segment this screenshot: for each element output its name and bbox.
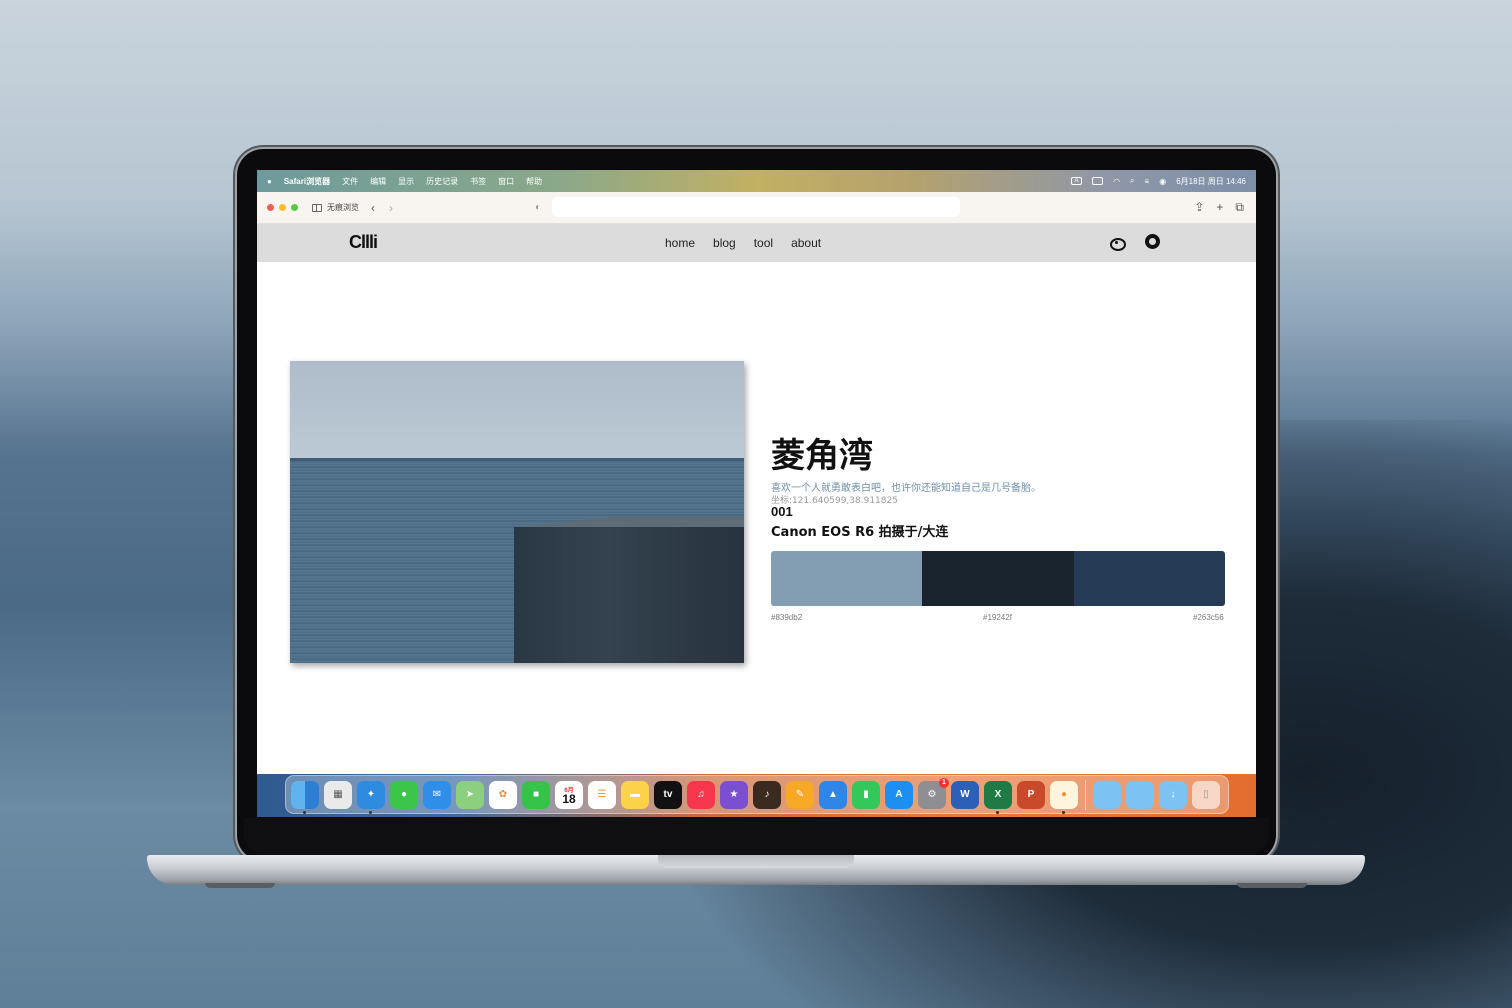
minimize-window-button[interactable] [279, 204, 286, 211]
sidebar-icon [312, 203, 322, 212]
word-icon[interactable]: W [951, 780, 979, 809]
pages-icon[interactable]: ✎ [786, 780, 814, 809]
color-palette [771, 551, 1225, 606]
post-description: 喜欢一个人就勇敢表白吧，也许你还能知道自己是几号备胎。 [771, 483, 1041, 494]
keynote-icon[interactable]: ▲ [819, 780, 847, 809]
post-photo [290, 361, 744, 663]
control-center-icon[interactable]: ≡ [1145, 177, 1150, 186]
history-nav: ‹ › [371, 201, 393, 215]
reminders-icon[interactable]: ☰ [588, 780, 616, 809]
folder-icon[interactable] [1093, 780, 1121, 809]
photo-pier [514, 527, 744, 663]
social-links [1109, 234, 1160, 251]
nav-tool[interactable]: tool [754, 236, 773, 250]
nav-blog[interactable]: blog [713, 236, 736, 250]
launchpad-icon[interactable]: ▦ [324, 780, 352, 809]
nav-about[interactable]: about [791, 236, 821, 250]
post-title: 菱角湾 [771, 436, 873, 476]
downloads-folder-icon[interactable]: ↓ [1159, 780, 1187, 809]
menu-view[interactable]: 显示 [398, 176, 414, 187]
menu-file[interactable]: 文件 [342, 176, 358, 187]
search-icon[interactable]: ⌕ [1130, 176, 1134, 186]
menu-bar-status: A ◠ ⌕ ≡ ◉ 6月18日 周日 14:46 [1071, 176, 1246, 187]
nav-home[interactable]: home [665, 236, 695, 250]
trash-icon[interactable]: ▯ [1192, 780, 1220, 809]
laptop-screen: ● Safari浏览器 文件 编辑 显示 历史记录 书签 窗口 帮助 A ◠ ⌕… [257, 170, 1256, 817]
imovie-icon[interactable]: ★ [720, 780, 748, 809]
sidebar-toggle-button[interactable]: 无痕浏览 [312, 202, 359, 213]
github-icon[interactable] [1145, 234, 1160, 249]
palette-hex-1: #839db2 [771, 613, 803, 622]
garageband-icon[interactable]: ♪ [753, 780, 781, 809]
dock-separator [1085, 779, 1086, 810]
folder-icon[interactable] [1126, 780, 1154, 809]
laptop-foot-right [1237, 883, 1307, 888]
app-store-icon[interactable]: A [885, 780, 913, 809]
photo-horizon [290, 458, 744, 461]
settings-badge: 1 [939, 777, 949, 788]
apple-tv-icon[interactable]: tv [654, 780, 682, 809]
site-logo[interactable]: Cllli [349, 232, 378, 253]
photo-sky [290, 361, 744, 461]
safari-icon[interactable]: ✦ [357, 780, 385, 814]
private-browsing-label: 无痕浏览 [327, 203, 359, 212]
finder-icon[interactable] [291, 780, 319, 814]
palette-swatch[interactable] [771, 551, 923, 606]
palette-swatch[interactable] [922, 551, 1074, 606]
toolbar-actions: ⇪ + ⧉ [1194, 200, 1244, 215]
share-button[interactable]: ⇪ [1194, 200, 1204, 215]
tv-label: tv [663, 789, 673, 800]
preview-icon[interactable]: ● [1050, 780, 1078, 814]
mail-icon[interactable]: ✉ [423, 780, 451, 809]
weibo-icon[interactable] [1109, 234, 1126, 251]
palette-hex-3: #263c56 [1193, 613, 1224, 622]
menu-bookmarks[interactable]: 书签 [470, 176, 486, 187]
dock: ▦ ✦ ● ✉ ➤ ✿ ■ 6月 18 ☰ ▬ tv ♫ ★ ♪ ✎ ▲ ▮ A… [285, 775, 1229, 814]
menu-edit[interactable]: 编辑 [370, 176, 386, 187]
excel-icon[interactable]: X [984, 780, 1012, 814]
messages-icon[interactable]: ● [390, 780, 418, 809]
site-header: Cllli home blog tool about [257, 224, 1256, 262]
menu-bar: ● Safari浏览器 文件 编辑 显示 历史记录 书签 窗口 帮助 A ◠ ⌕… [257, 170, 1256, 192]
menu-app-name[interactable]: Safari浏览器 [284, 176, 330, 187]
numbers-icon[interactable]: ▮ [852, 780, 880, 809]
wifi-icon[interactable]: ◠ [1113, 177, 1120, 186]
maps-icon[interactable]: ➤ [456, 780, 484, 809]
privacy-shield-icon[interactable]: ◐ [535, 202, 541, 213]
calendar-icon[interactable]: 6月 18 [555, 780, 583, 809]
facetime-icon[interactable]: ■ [522, 780, 550, 809]
post-number: 001 [771, 504, 793, 519]
site-nav: home blog tool about [665, 236, 821, 250]
forward-button[interactable]: › [389, 201, 393, 215]
battery-icon[interactable] [1092, 177, 1104, 185]
close-window-button[interactable] [267, 204, 274, 211]
tab-overview-button[interactable]: ⧉ [1235, 200, 1244, 215]
menu-datetime[interactable]: 6月18日 周日 14:46 [1176, 176, 1246, 187]
palette-swatch[interactable] [1073, 551, 1225, 606]
menu-history[interactable]: 历史记录 [426, 176, 458, 187]
zoom-window-button[interactable] [291, 204, 298, 211]
notes-icon[interactable]: ▬ [621, 780, 649, 809]
input-source-icon[interactable]: A [1071, 177, 1083, 185]
music-icon[interactable]: ♫ [687, 780, 715, 809]
apple-menu-icon[interactable]: ● [267, 177, 272, 186]
palette-hex-2: #19242f [983, 613, 1012, 622]
new-tab-button[interactable]: + [1216, 200, 1223, 215]
safari-toolbar: 无痕浏览 ‹ › ◐ ⇪ + ⧉ [257, 192, 1256, 224]
system-settings-icon[interactable]: ⚙ 1 [918, 777, 949, 809]
siri-icon[interactable]: ◉ [1159, 177, 1166, 186]
photos-icon[interactable]: ✿ [489, 780, 517, 809]
laptop-foot-left [205, 883, 275, 888]
back-button[interactable]: ‹ [371, 201, 375, 215]
laptop-opening-notch [658, 855, 854, 868]
menu-window[interactable]: 窗口 [498, 176, 514, 187]
post-camera: Canon EOS R6 拍摄于/大连 [771, 525, 949, 540]
powerpoint-icon[interactable]: P [1017, 780, 1045, 809]
laptop-bezel [244, 818, 1269, 856]
address-bar[interactable] [552, 197, 960, 217]
menu-help[interactable]: 帮助 [526, 176, 542, 187]
calendar-day: 18 [562, 791, 576, 806]
window-controls [267, 204, 298, 211]
